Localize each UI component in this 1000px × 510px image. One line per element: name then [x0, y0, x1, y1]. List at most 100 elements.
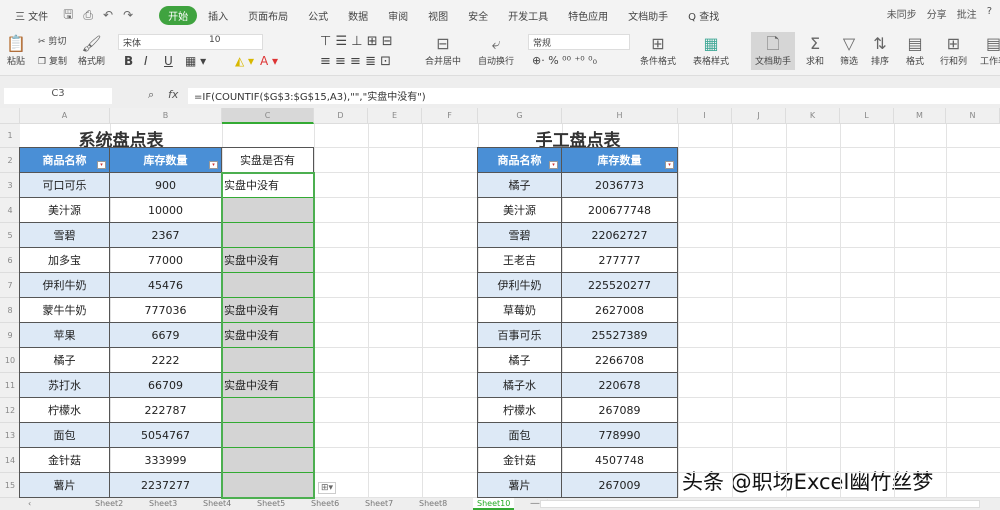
row-header-13[interactable]: 13: [0, 423, 20, 448]
manual-qty-cell[interactable]: 2036773: [561, 172, 678, 198]
system-qty-cell[interactable]: 333999: [109, 447, 222, 473]
row-header-9[interactable]: 9: [0, 323, 20, 348]
system-name-cell[interactable]: 蒙牛牛奶: [19, 297, 110, 323]
system-name-cell[interactable]: 可口可乐: [19, 172, 110, 198]
print-icon[interactable]: ⎙: [79, 8, 97, 23]
row-header-2[interactable]: 2: [0, 148, 20, 173]
manual-header-0[interactable]: 商品名称 ▾: [477, 147, 562, 173]
sheet-tab[interactable]: Sheet7: [365, 498, 393, 510]
system-qty-cell[interactable]: 77000: [109, 247, 222, 273]
manual-name-cell[interactable]: 薯片: [477, 472, 562, 498]
system-name-cell[interactable]: 苹果: [19, 322, 110, 348]
system-qty-cell[interactable]: 2237277: [109, 472, 222, 498]
worksheet-button[interactable]: ▤ 工作表: [980, 34, 1000, 67]
tab-10[interactable]: 文档助手: [619, 6, 677, 25]
redo-icon[interactable]: ↷: [119, 8, 137, 22]
doc-helper-button[interactable]: 🗋 文档助手: [751, 32, 795, 70]
format-painter-button[interactable]: 🖌 格式刷: [78, 34, 105, 67]
column-header-K[interactable]: K: [786, 108, 840, 124]
row-header-15[interactable]: 15: [0, 473, 20, 498]
sort-button[interactable]: ⇅ 排序: [871, 34, 889, 67]
rowcol-button[interactable]: ⊞ 行和列: [940, 34, 967, 67]
manual-qty-cell[interactable]: 267089: [561, 397, 678, 423]
share-button[interactable]: 分享: [927, 6, 947, 21]
system-qty-cell[interactable]: 2367: [109, 222, 222, 248]
search-menu[interactable]: Q 查找: [679, 6, 728, 25]
formula-input[interactable]: =IF(COUNTIF($G$3:$G$15,A3),"","实盘中没有"): [188, 88, 1000, 104]
wrap-button[interactable]: ⤶ 自动换行: [478, 34, 514, 67]
system-name-cell[interactable]: 柠檬水: [19, 397, 110, 423]
italic-button[interactable]: I: [144, 54, 148, 68]
system-name-cell[interactable]: 面包: [19, 422, 110, 448]
column-header-E[interactable]: E: [368, 108, 422, 124]
system-qty-cell[interactable]: 900: [109, 172, 222, 198]
sheet-tab[interactable]: Sheet4: [203, 498, 231, 510]
tab-3[interactable]: 公式: [299, 6, 337, 25]
row-header-12[interactable]: 12: [0, 398, 20, 423]
copy-button[interactable]: ❐ 复制: [38, 54, 67, 67]
system-name-cell[interactable]: 苏打水: [19, 372, 110, 398]
undo-icon[interactable]: ↶: [99, 8, 117, 22]
column-header-L[interactable]: L: [840, 108, 894, 124]
tab-7[interactable]: 安全: [459, 6, 497, 25]
row-header-1[interactable]: 1: [0, 124, 20, 148]
manual-name-cell[interactable]: 橘子: [477, 347, 562, 373]
column-header-F[interactable]: F: [422, 108, 478, 124]
row-header-3[interactable]: 3: [0, 173, 20, 198]
system-name-cell[interactable]: 加多宝: [19, 247, 110, 273]
system-header-2[interactable]: 实盘是否有: [221, 147, 314, 173]
column-header-J[interactable]: J: [732, 108, 786, 124]
merge-button[interactable]: ⊟ 合并居中: [425, 34, 461, 67]
system-qty-cell[interactable]: 10000: [109, 197, 222, 223]
file-menu[interactable]: 三 文件: [6, 6, 57, 25]
manual-qty-cell[interactable]: 2627008: [561, 297, 678, 323]
help-button[interactable]: ?: [987, 6, 992, 21]
column-header-H[interactable]: H: [562, 108, 678, 124]
filter-dropdown-icon[interactable]: ▾: [665, 161, 674, 169]
system-qty-cell[interactable]: 45476: [109, 272, 222, 298]
tab-9[interactable]: 特色应用: [559, 6, 617, 25]
name-box[interactable]: C3: [4, 88, 112, 104]
system-name-cell[interactable]: 金针菇: [19, 447, 110, 473]
align-icons[interactable]: ⊤ ☰ ⊥ ⊞ ⊟: [320, 34, 393, 49]
tab-4[interactable]: 数据: [339, 6, 377, 25]
system-qty-cell[interactable]: 777036: [109, 297, 222, 323]
manual-name-cell[interactable]: 伊利牛奶: [477, 272, 562, 298]
select-all-corner[interactable]: [0, 108, 20, 124]
conditional-format-button[interactable]: ⊞ 条件格式: [640, 34, 676, 67]
manual-name-cell[interactable]: 柠檬水: [477, 397, 562, 423]
row-header-6[interactable]: 6: [0, 248, 20, 273]
paste-button[interactable]: 📋 粘贴: [6, 34, 26, 67]
column-header-B[interactable]: B: [110, 108, 222, 124]
sheet-tab[interactable]: Sheet8: [419, 498, 447, 510]
column-header-M[interactable]: M: [894, 108, 946, 124]
column-header-A[interactable]: A: [20, 108, 110, 124]
manual-qty-cell[interactable]: 22062727: [561, 222, 678, 248]
row-header-7[interactable]: 7: [0, 273, 20, 298]
manual-qty-cell[interactable]: 200677748: [561, 197, 678, 223]
column-header-G[interactable]: G: [478, 108, 562, 124]
system-name-cell[interactable]: 美汁源: [19, 197, 110, 223]
manual-name-cell[interactable]: 王老吉: [477, 247, 562, 273]
bold-button[interactable]: B: [124, 54, 133, 68]
system-qty-cell[interactable]: 6679: [109, 322, 222, 348]
fx-icon[interactable]: fx: [168, 88, 178, 101]
border-icon[interactable]: ▦ ▾: [185, 54, 206, 68]
row-header-14[interactable]: 14: [0, 448, 20, 473]
horizontal-scrollbar[interactable]: [540, 500, 980, 508]
filter-dropdown-icon[interactable]: ▾: [97, 161, 106, 169]
manual-name-cell[interactable]: 金针菇: [477, 447, 562, 473]
manual-name-cell[interactable]: 橘子: [477, 172, 562, 198]
fill-color-icon[interactable]: ◭ ▾: [235, 54, 254, 68]
manual-qty-cell[interactable]: 277777: [561, 247, 678, 273]
row-header-8[interactable]: 8: [0, 298, 20, 323]
cut-button[interactable]: ✂ 剪切: [38, 34, 66, 47]
font-size-select[interactable]: 10: [205, 34, 263, 50]
column-header-I[interactable]: I: [678, 108, 732, 124]
tab-5[interactable]: 审阅: [379, 6, 417, 25]
manual-name-cell[interactable]: 面包: [477, 422, 562, 448]
sum-button[interactable]: Σ 求和: [806, 34, 824, 67]
tab-6[interactable]: 视图: [419, 6, 457, 25]
column-header-C[interactable]: C: [222, 108, 314, 124]
manual-qty-cell[interactable]: 778990: [561, 422, 678, 448]
